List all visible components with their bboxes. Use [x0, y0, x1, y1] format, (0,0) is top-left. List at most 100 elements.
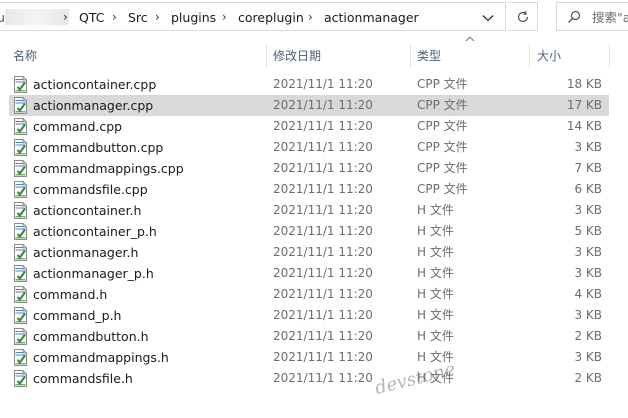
file-modified-date: 2021/11/1 11:20 — [273, 371, 373, 385]
file-modified-date: 2021/11/1 11:20 — [273, 329, 373, 343]
file-name[interactable]: command.h — [33, 284, 107, 305]
file-type: H 文件 — [417, 245, 454, 259]
source-file-icon — [13, 76, 28, 93]
refresh-icon — [517, 10, 528, 22]
file-name[interactable]: commandbutton.cpp — [33, 137, 163, 158]
file-row[interactable]: commandmappings.h 2021/11/1 11:20 H 文件 3 KB — [0, 347, 628, 368]
file-row[interactable]: command.cpp 2021/11/1 11:20 CPP 文件 14 KB — [0, 116, 628, 137]
sort-caret-icon — [465, 36, 475, 42]
file-type: CPP 文件 — [417, 161, 468, 175]
column-divider[interactable] — [609, 44, 610, 68]
file-name[interactable]: actioncontainer_p.h — [33, 221, 157, 242]
file-row[interactable]: commandbutton.cpp 2021/11/1 11:20 CPP 文件 3 … — [0, 137, 628, 158]
column-header-date[interactable]: 修改日期 — [273, 42, 321, 70]
file-name[interactable]: commandbutton.h — [33, 326, 149, 347]
file-type: H 文件 — [417, 287, 454, 301]
file-modified-date: 2021/11/1 11:20 — [273, 224, 373, 238]
source-file-icon — [13, 223, 28, 240]
file-size: 5 KB — [574, 224, 602, 238]
breadcrumb-partial: u — [0, 10, 5, 25]
breadcrumb-item-qtc[interactable]: QTC — [79, 3, 104, 32]
file-modified-date: 2021/11/1 11:20 — [273, 203, 373, 217]
file-type: H 文件 — [417, 266, 454, 280]
file-name[interactable]: commandmappings.cpp — [33, 158, 184, 179]
file-row[interactable]: command.h 2021/11/1 11:20 H 文件 4 KB — [0, 284, 628, 305]
source-file-icon — [13, 202, 28, 219]
file-row[interactable]: commandsfile.cpp 2021/11/1 11:20 CPP 文件 6 K… — [0, 179, 628, 200]
file-type: H 文件 — [417, 308, 454, 322]
file-modified-date: 2021/11/1 11:20 — [273, 287, 373, 301]
file-row[interactable]: commandmappings.cpp 2021/11/1 11:20 CPP 文件… — [0, 158, 628, 179]
column-header-size[interactable]: 大小 — [537, 42, 561, 70]
file-name[interactable]: commandsfile.h — [33, 368, 133, 389]
column-divider[interactable] — [410, 44, 411, 68]
address-bar-row: u › QTC › Src › plugins › coreplugin › a… — [0, 0, 628, 34]
file-name[interactable]: actionmanager.h — [33, 242, 138, 263]
file-size: 3 KB — [574, 203, 602, 217]
source-file-icon — [13, 118, 28, 135]
file-name[interactable]: actionmanager_p.h — [33, 263, 154, 284]
file-type: H 文件 — [417, 203, 454, 217]
file-size: 17 KB — [566, 98, 602, 112]
file-size: 14 KB — [566, 119, 602, 133]
file-row[interactable]: command_p.h 2021/11/1 11:20 H 文件 3 KB — [0, 305, 628, 326]
file-row[interactable]: actionmanager.cpp 2021/11/1 11:20 CPP 文件 17… — [0, 95, 628, 116]
chevron-down-icon — [482, 14, 494, 21]
file-name[interactable]: commandsfile.cpp — [33, 179, 148, 200]
file-type: H 文件 — [417, 329, 454, 343]
file-size: 2 KB — [574, 329, 602, 343]
breadcrumb-item-plugins[interactable]: plugins — [171, 3, 216, 32]
blurred-path-segment — [5, 9, 69, 25]
breadcrumb-separator: › — [112, 10, 117, 24]
file-size: 3 KB — [574, 140, 602, 154]
file-type: CPP 文件 — [417, 182, 468, 196]
file-row[interactable]: commandsfile.h 2021/11/1 11:20 H 文件 2 KB — [0, 368, 628, 389]
refresh-button[interactable] — [508, 2, 538, 31]
search-input[interactable]: 搜索"a — [556, 2, 628, 31]
file-row[interactable]: commandbutton.h 2021/11/1 11:20 H 文件 2 KB — [0, 326, 628, 347]
column-header-type[interactable]: 类型 — [417, 42, 441, 70]
file-modified-date: 2021/11/1 11:20 — [273, 77, 373, 91]
file-type: H 文件 — [417, 224, 454, 238]
column-header-name[interactable]: 名称 — [13, 42, 37, 70]
file-name[interactable]: actioncontainer.cpp — [33, 74, 156, 95]
file-name[interactable]: command_p.h — [33, 305, 121, 326]
file-type: CPP 文件 — [417, 140, 468, 154]
column-divider[interactable] — [529, 44, 530, 68]
file-size: 3 KB — [574, 350, 602, 364]
address-bar[interactable]: u › QTC › Src › plugins › coreplugin › a… — [0, 2, 506, 31]
file-row[interactable]: actionmanager_p.h 2021/11/1 11:20 H 文件 3 KB — [0, 263, 628, 284]
file-row[interactable]: actioncontainer.h 2021/11/1 11:20 H 文件 3 KB — [0, 200, 628, 221]
breadcrumb-item-coreplugin[interactable]: coreplugin — [238, 3, 304, 32]
file-row[interactable]: actioncontainer.cpp 2021/11/1 11:20 CPP 文件… — [0, 74, 628, 95]
file-type: CPP 文件 — [417, 119, 468, 133]
source-file-icon — [13, 244, 28, 261]
column-divider[interactable] — [266, 44, 267, 68]
source-file-icon — [13, 349, 28, 366]
source-file-icon — [13, 328, 28, 345]
file-row[interactable]: actionmanager.h 2021/11/1 11:20 H 文件 3 KB — [0, 242, 628, 263]
file-list: actioncontainer.cpp 2021/11/1 11:20 CPP 文件… — [0, 74, 628, 389]
file-name[interactable]: command.cpp — [33, 116, 122, 137]
breadcrumb-item-src[interactable]: Src — [128, 3, 148, 32]
file-name[interactable]: commandmappings.h — [33, 347, 169, 368]
file-modified-date: 2021/11/1 11:20 — [273, 266, 373, 280]
source-file-icon — [13, 139, 28, 156]
breadcrumb-separator: › — [155, 10, 160, 24]
file-size: 18 KB — [566, 77, 602, 91]
source-file-icon — [13, 265, 28, 282]
file-modified-date: 2021/11/1 11:20 — [273, 140, 373, 154]
file-size: 3 KB — [574, 266, 602, 280]
file-modified-date: 2021/11/1 11:20 — [273, 182, 373, 196]
file-name[interactable]: actionmanager.cpp — [33, 95, 153, 116]
file-size: 3 KB — [574, 245, 602, 259]
file-modified-date: 2021/11/1 11:20 — [273, 308, 373, 322]
file-row[interactable]: actioncontainer_p.h 2021/11/1 11:20 H 文件 5 … — [0, 221, 628, 242]
address-history-dropdown[interactable] — [479, 9, 497, 26]
source-file-icon — [13, 307, 28, 324]
breadcrumb-item-actionmanager[interactable]: actionmanager — [324, 3, 419, 32]
file-name[interactable]: actioncontainer.h — [33, 200, 141, 221]
file-size: 6 KB — [574, 182, 602, 196]
source-file-icon — [13, 160, 28, 177]
file-modified-date: 2021/11/1 11:20 — [273, 119, 373, 133]
